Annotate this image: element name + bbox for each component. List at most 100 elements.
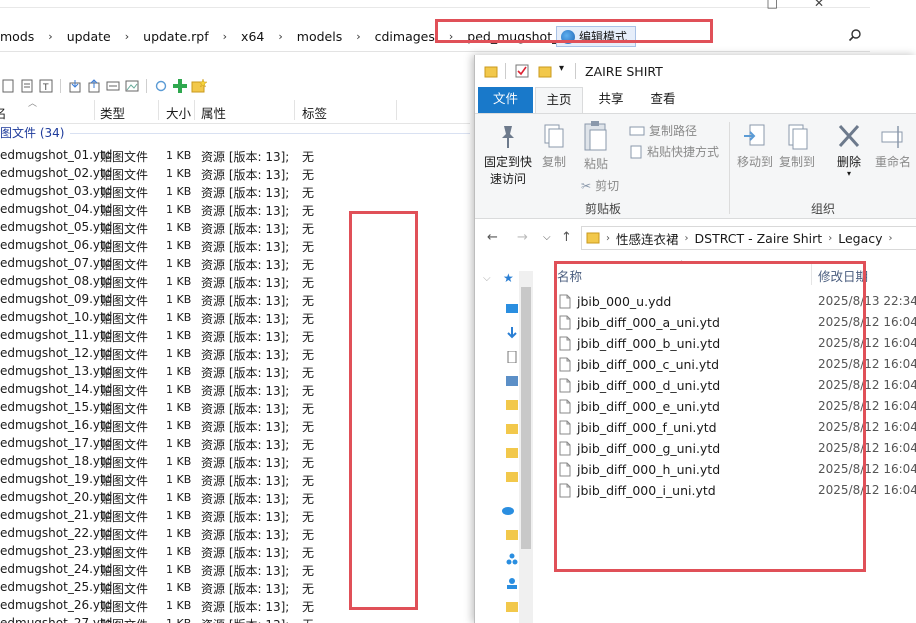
copy-to-button[interactable]: 复制到 [777,122,817,171]
delete-button[interactable]: 删除 ▾ [829,122,869,178]
file-size: 1 KB [166,239,192,252]
properties-icon[interactable] [515,64,529,78]
chevron-right-icon: › [606,232,610,244]
file-name: edmugshot_25.ytd [0,580,113,594]
forward-arrow-icon[interactable]: → [517,230,528,245]
scrollbar-thumb[interactable] [521,287,531,549]
table-row[interactable]: edmugshot_01.ytd 贴图文件 1 KB 资源 [版本: 13]; 无 [0,146,470,164]
file-name: edmugshot_03.ytd [0,184,113,198]
file-attributes: 资源 [版本: 13]; [201,150,290,164]
file-tag: 无 [302,546,315,560]
file-tag: 无 [302,474,315,488]
cut-button[interactable]: ✂ 剪切 [581,177,619,194]
file-name: edmugshot_18.ytd [0,454,113,468]
paste-shortcut-button[interactable]: 粘贴快捷方式 [629,143,719,160]
desktop-icon[interactable] [506,303,518,315]
search-icon[interactable] [848,28,862,42]
navigation-pane: ⌵ ★ [475,257,537,623]
folder-icon[interactable] [506,601,518,613]
column-tag[interactable]: 标签 [302,103,327,122]
tab-home[interactable]: 主页 [535,87,583,113]
folder-icon[interactable] [506,447,518,459]
text-document-icon[interactable] [19,78,35,94]
sort-asc-icon: ︿ [28,99,38,109]
move-to-button[interactable]: 移动到 [735,122,775,171]
close-icon[interactable]: ✕ [814,0,824,10]
network-icon[interactable] [506,553,518,565]
import-icon[interactable] [67,78,83,94]
folder-icon[interactable] [484,64,498,78]
file-tag: 无 [302,510,315,524]
file-type: 贴图文件 [100,150,149,164]
document-icon[interactable] [0,78,16,94]
file-type: 贴图文件 [100,294,149,308]
export-icon[interactable] [86,78,102,94]
column-header-row: ︿ 名 类型 大小 属性 标签 [0,98,470,124]
pin-quick-access-button[interactable]: 固定到快速访问 [481,122,535,188]
download-icon[interactable] [506,327,518,339]
file-type: 贴图文件 [100,204,149,218]
breadcrumb-item[interactable]: 性感连衣裙 [616,229,679,248]
breadcrumb-item[interactable]: update [67,29,111,44]
tab-file[interactable]: 文件 [478,87,533,113]
file-tag: 无 [302,150,315,164]
file-name: edmugshot_17.ytd [0,436,113,450]
copy-path-button[interactable]: 复制路径 [629,122,697,139]
breadcrumb-item[interactable]: DSTRCT - Zaire Shirt [695,231,823,246]
file-name: edmugshot_23.ytd [0,544,113,558]
group-header[interactable]: 图文件 (34) [0,124,64,141]
recent-locations-icon[interactable]: ⌵ [543,232,551,243]
delete-icon [838,124,860,148]
add-icon[interactable] [172,78,188,94]
paste-button[interactable]: 粘贴 [579,120,613,173]
breadcrumb-item[interactable]: update.rpf [143,29,209,44]
tab-share[interactable]: 共享 [591,87,631,113]
ribbon-home: 固定到快速访问 复制 粘贴 复制路径 粘贴快捷方式 ✂ 剪切 剪贴板 移动到 复… [475,113,916,219]
new-folder-icon[interactable] [538,64,552,78]
cloud-icon[interactable] [501,505,515,515]
paste-label: 粘贴 [583,157,608,171]
breadcrumb-item[interactable]: models [297,29,342,44]
file-attributes: 资源 [版本: 13]; [201,384,290,398]
column-type[interactable]: 类型 [100,103,125,122]
column-name[interactable]: 名 [0,103,7,122]
address-bar[interactable]: › 性感连衣裙 › DSTRCT - Zaire Shirt › Legacy … [581,226,916,250]
breadcrumb-item[interactable]: Legacy [838,231,882,246]
up-arrow-icon[interactable]: ↑ [561,230,572,245]
file-attributes: 资源 [版本: 13]; [201,294,290,308]
breadcrumb-item[interactable]: x64 [241,29,264,44]
file-tag: 无 [302,258,315,272]
text-tool-icon[interactable]: T [38,78,54,94]
table-row[interactable]: edmugshot_02.ytd 贴图文件 1 KB 资源 [版本: 13]; 无 [0,164,470,182]
table-row[interactable]: edmugshot_03.ytd 贴图文件 1 KB 资源 [版本: 13]; 无 [0,182,470,200]
move-to-icon [744,124,765,146]
file-name: edmugshot_11.ytd [0,328,113,342]
tab-view[interactable]: 查看 [643,87,683,113]
move-to-label: 移动到 [736,155,773,169]
copy-path-label: 复制路径 [649,124,698,138]
new-folder-icon[interactable] [191,78,207,94]
rename-button[interactable]: 重命名 [869,122,916,171]
documents-icon[interactable] [506,351,518,363]
back-arrow-icon[interactable]: ← [487,230,498,245]
table-row[interactable]: edmugshot_27.ytd贴图文件 1 KB 资源 [版本: 13]; 无 [0,614,470,623]
folder-icon[interactable] [506,529,518,541]
copy-button[interactable]: 复制 [539,122,569,171]
refresh-icon[interactable] [153,78,169,94]
user-icon[interactable] [506,577,518,589]
folder-icon[interactable] [506,399,518,411]
pin-icon[interactable]: ★ [503,271,514,285]
folder-icon[interactable] [506,471,518,483]
breadcrumb-item[interactable]: cdimages [375,29,435,44]
pictures-icon[interactable] [506,375,518,387]
file-size: 1 KB [166,311,192,324]
breadcrumb-item[interactable]: mods [0,29,34,44]
column-attributes[interactable]: 属性 [201,103,226,122]
maximize-icon[interactable]: □ [767,0,778,10]
column-size[interactable]: 大小 [166,103,191,122]
replace-icon[interactable] [105,78,121,94]
chevron-down-icon[interactable]: ⌵ [483,273,491,284]
image-icon[interactable] [124,78,140,94]
quick-access-dropdown-icon[interactable]: ▾ [559,63,564,74]
folder-icon[interactable] [506,423,518,435]
